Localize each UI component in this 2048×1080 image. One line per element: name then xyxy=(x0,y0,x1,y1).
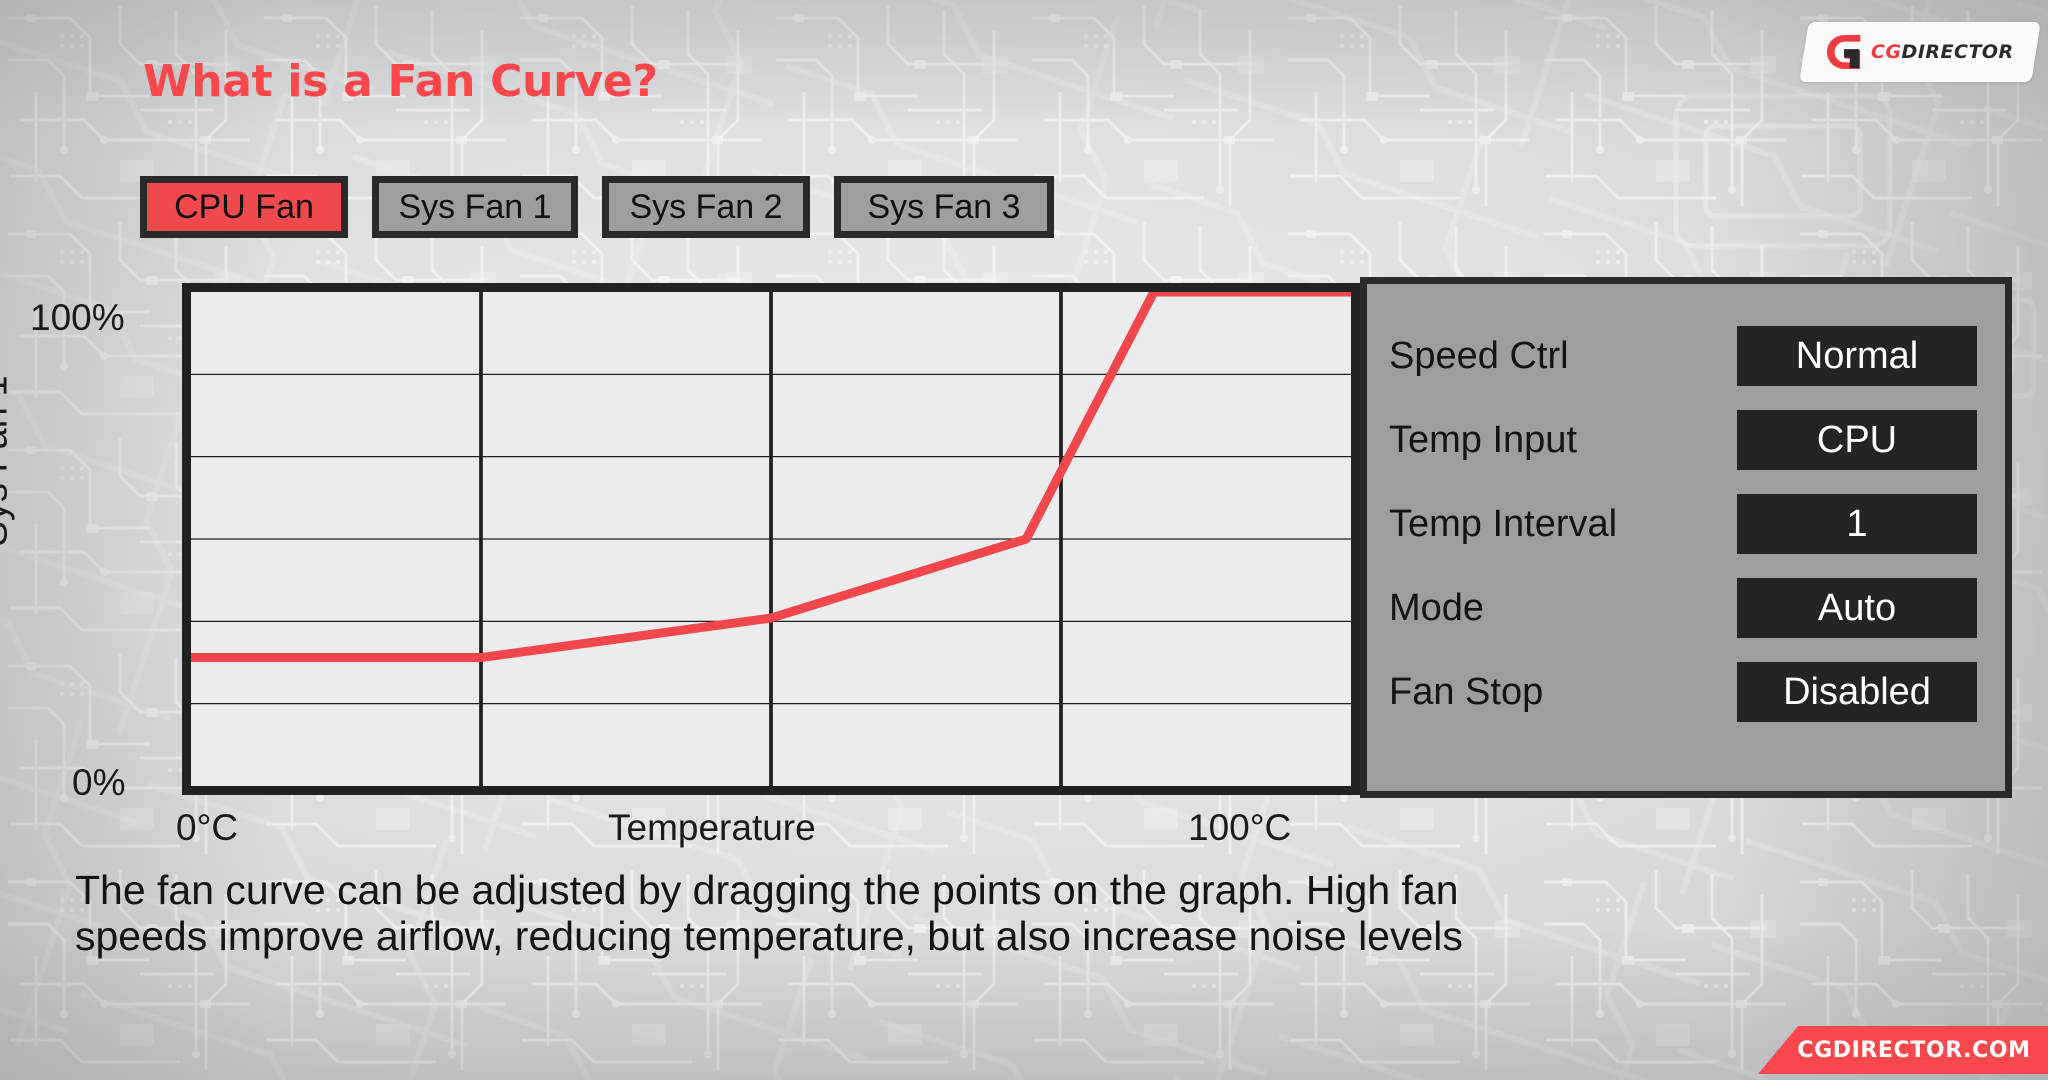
cgdirector-url-banner[interactable]: CGDIRECTOR.COM xyxy=(1758,1026,2048,1074)
setting-value-speed-ctrl[interactable]: Normal xyxy=(1737,326,1977,386)
logo-director-text: DIRECTOR xyxy=(1901,41,2014,63)
tab-sys-fan-3[interactable]: Sys Fan 3 xyxy=(834,176,1054,238)
caption-line-1: The fan curve can be adjusted by draggin… xyxy=(75,867,1459,913)
setting-label-fan-stop: Fan Stop xyxy=(1389,670,1544,713)
tab-cpu-fan[interactable]: CPU Fan xyxy=(140,176,348,238)
setting-value-fan-stop[interactable]: Disabled xyxy=(1737,662,1977,722)
setting-label-mode: Mode xyxy=(1389,586,1485,629)
logo-cg-text: CG xyxy=(1871,41,1902,63)
x-axis-max-label: 100°C xyxy=(1188,807,1292,848)
tab-sys-fan-1[interactable]: Sys Fan 1 xyxy=(372,176,578,238)
fan-tab-bar: CPU Fan Sys Fan 1 Sys Fan 2 Sys Fan 3 xyxy=(140,176,1054,238)
cgdirector-logo[interactable]: CGDIRECTOR xyxy=(1799,22,2041,82)
fan-curve-chart[interactable] xyxy=(182,283,1360,795)
page-title: What is a Fan Curve? xyxy=(143,56,658,107)
setting-value-mode[interactable]: Auto xyxy=(1737,578,1977,638)
fan-settings-panel: Speed Ctrl Normal Temp Input CPU Temp In… xyxy=(1360,277,2012,798)
x-axis-title: Temperature xyxy=(608,807,816,848)
url-banner-text: CGDIRECTOR.COM xyxy=(1797,1037,2031,1063)
setting-row-fan-stop: Fan Stop Disabled xyxy=(1389,650,1977,734)
setting-row-temp-input: Temp Input CPU xyxy=(1389,398,1977,482)
setting-label-temp-input: Temp Input xyxy=(1389,418,1577,461)
logo-wordmark: CGDIRECTOR xyxy=(1871,41,2014,63)
caption-line-2: speeds improve airflow, reducing tempera… xyxy=(75,912,1463,959)
setting-row-temp-interval: Temp Interval 1 xyxy=(1389,482,1977,566)
fan-curve-line[interactable] xyxy=(191,292,1351,786)
setting-value-temp-input[interactable]: CPU xyxy=(1737,410,1977,470)
cgdirector-g-mark-icon xyxy=(1827,34,1861,70)
chart-plot-face xyxy=(191,292,1351,786)
setting-label-speed-ctrl: Speed Ctrl xyxy=(1389,334,1569,377)
caption: The fan curve can be adjusted by draggin… xyxy=(75,867,1975,960)
setting-row-mode: Mode Auto xyxy=(1389,566,1977,650)
setting-label-temp-interval: Temp Interval xyxy=(1389,502,1618,545)
y-axis-title: Sys Fan 1 xyxy=(0,375,16,547)
chart-plot-area[interactable] xyxy=(182,283,1360,795)
tab-sys-fan-2[interactable]: Sys Fan 2 xyxy=(602,176,810,238)
setting-value-temp-interval[interactable]: 1 xyxy=(1737,494,1977,554)
y-axis-max-label: 100% xyxy=(30,297,125,338)
setting-row-speed-ctrl: Speed Ctrl Normal xyxy=(1389,314,1977,398)
x-axis-min-label: 0°C xyxy=(176,807,239,848)
y-axis-min-label: 0% xyxy=(72,762,126,803)
